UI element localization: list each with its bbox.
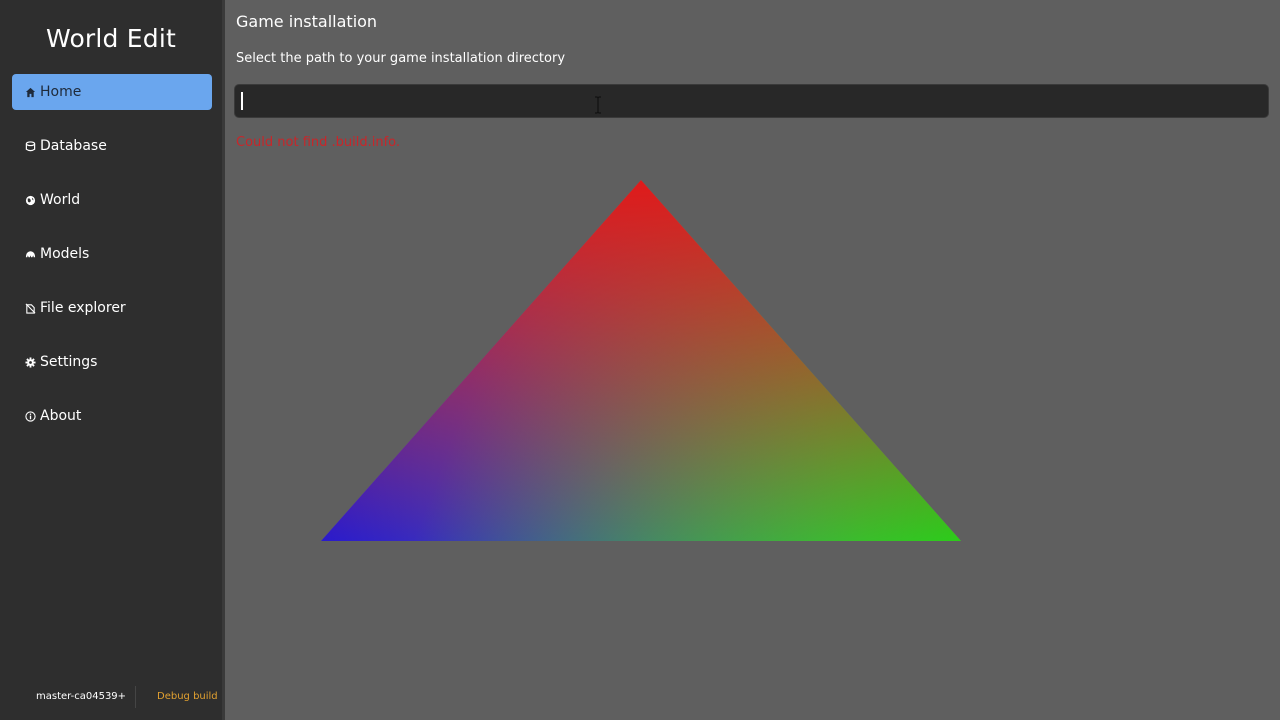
- section-description: Select the path to your game installatio…: [236, 51, 566, 66]
- footer-divider: [135, 686, 136, 708]
- sidebar-item-about[interactable]: About: [12, 398, 212, 434]
- sidebar-item-world[interactable]: World: [12, 182, 212, 218]
- sidebar-item-database[interactable]: Database: [12, 128, 212, 164]
- sidebar-item-label: File explorer: [40, 300, 126, 316]
- world-icon: [24, 194, 36, 206]
- gear-icon: [24, 356, 36, 368]
- text-caret: [241, 92, 243, 110]
- version-label: master-ca04539+: [36, 691, 127, 702]
- sidebar-item-file-explorer[interactable]: File explorer: [12, 290, 212, 326]
- error-message: Could not find .build.info.: [236, 135, 401, 150]
- text-cursor-icon: [595, 96, 601, 114]
- sidebar: World Edit Home Database World Models Fi…: [0, 0, 225, 720]
- database-icon: [24, 140, 36, 152]
- sidebar-nav: Home Database World Models File explorer…: [12, 74, 212, 452]
- models-icon: [24, 248, 36, 260]
- game-path-input[interactable]: [234, 84, 1269, 118]
- section-title: Game installation: [236, 12, 378, 31]
- sidebar-item-label: Database: [40, 138, 107, 154]
- sidebar-item-label: World: [40, 192, 81, 208]
- sidebar-item-settings[interactable]: Settings: [12, 344, 212, 380]
- app-window: World Edit Home Database World Models Fi…: [0, 0, 1280, 720]
- sidebar-item-home[interactable]: Home: [12, 74, 212, 110]
- sidebar-item-label: Settings: [40, 354, 98, 370]
- file-explorer-icon: [24, 302, 36, 314]
- sidebar-item-label: Models: [40, 246, 90, 262]
- build-label: Debug build: [157, 691, 218, 702]
- sidebar-item-label: Home: [40, 84, 82, 100]
- sidebar-item-label: About: [40, 408, 82, 424]
- info-icon: [24, 410, 36, 422]
- gradient-triangle: [321, 180, 961, 541]
- sidebar-footer: master-ca04539+ Debug build: [0, 686, 222, 708]
- main-panel: Game installation Select the path to you…: [225, 0, 1280, 720]
- sidebar-item-models[interactable]: Models: [12, 236, 212, 272]
- app-title: World Edit: [45, 24, 176, 53]
- home-icon: [24, 86, 36, 98]
